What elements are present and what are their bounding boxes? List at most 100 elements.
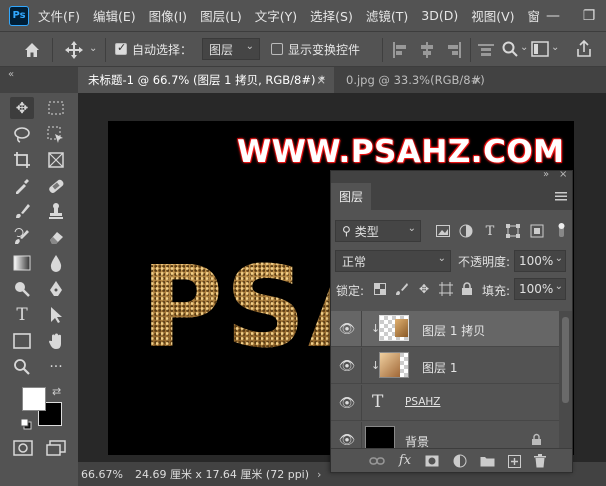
filter-type-icon[interactable]: T <box>482 223 498 239</box>
visibility-eye-icon[interactable]: 👁︎ <box>339 432 356 448</box>
visibility-eye-icon[interactable]: 👁︎ <box>339 395 356 411</box>
lock-image-icon[interactable] <box>394 281 410 297</box>
blend-mode-dropdown[interactable]: 正常 ⌄ <box>335 250 451 272</box>
close-panel-icon[interactable]: × <box>559 169 567 180</box>
move-tool-icon[interactable]: ✥ <box>10 97 34 119</box>
tool-preset-chevron-icon[interactable]: ⌄ <box>89 43 97 54</box>
marquee-tool-icon[interactable] <box>44 97 68 119</box>
filter-shape-icon[interactable] <box>505 223 521 239</box>
new-group-icon[interactable] <box>479 453 495 469</box>
opacity-field[interactable]: 100% ⌄ <box>514 250 566 272</box>
menu-edit[interactable]: 编辑(E) <box>93 6 136 25</box>
eraser-tool-icon[interactable] <box>44 226 68 248</box>
collapse-toolbar-icon[interactable]: « <box>8 69 14 80</box>
menu-file[interactable]: 文件(F) <box>38 6 80 25</box>
menu-type[interactable]: 文字(Y) <box>255 6 297 25</box>
layer-row[interactable]: 👁︎ ↓ 图层 1 拷贝 <box>331 311 559 347</box>
foreground-color-swatch[interactable] <box>22 387 46 411</box>
tab-document-2[interactable]: 0.jpg @ 33.3%(RGB/8#) × <box>336 67 486 93</box>
document-size[interactable]: 24.69 厘米 x 17.64 厘米 (72 ppi) <box>135 466 309 482</box>
align-right-icon[interactable] <box>446 41 462 62</box>
layer-filter-dropdown[interactable]: ⚲ 类型 ⌄ <box>335 220 421 242</box>
rectangle-tool-icon[interactable] <box>10 330 34 352</box>
menu-select[interactable]: 选择(S) <box>310 6 353 25</box>
align-left-icon[interactable] <box>392 41 408 62</box>
layer-name[interactable]: 图层 1 拷贝 <box>422 322 485 339</box>
align-center-icon[interactable] <box>419 41 435 62</box>
filter-smart-object-icon[interactable] <box>529 223 545 239</box>
tab-close-icon[interactable]: × <box>316 73 326 87</box>
frame-tool-icon[interactable] <box>44 149 68 171</box>
menu-layer[interactable]: 图层(L) <box>200 6 242 25</box>
delete-layer-icon[interactable] <box>532 453 548 469</box>
show-transform-checkbox[interactable] <box>271 43 283 55</box>
swap-colors-icon[interactable]: ⇄ <box>52 385 61 398</box>
zoom-level[interactable]: 66.67% <box>81 468 123 481</box>
minimize-button[interactable]: — <box>536 0 570 31</box>
fill-field[interactable]: 100% ⌄ <box>514 278 566 300</box>
share-icon[interactable] <box>575 39 593 62</box>
gradient-tool-icon[interactable] <box>10 252 34 274</box>
layer-name[interactable]: 图层 1 <box>422 359 457 376</box>
history-brush-tool-icon[interactable] <box>10 226 34 248</box>
visibility-eye-icon[interactable]: 👁︎ <box>339 321 356 337</box>
collapse-panel-icon[interactable]: » <box>543 169 549 180</box>
layer-style-icon[interactable]: fx <box>397 452 413 468</box>
filter-adjustment-icon[interactable] <box>458 223 474 239</box>
home-icon[interactable] <box>22 40 42 60</box>
new-layer-icon[interactable] <box>506 453 522 469</box>
tab-document-1[interactable]: 未标题-1 @ 66.7% (图层 1 拷贝, RGB/8#) * × <box>78 67 334 93</box>
healing-brush-tool-icon[interactable] <box>44 175 68 197</box>
default-colors-icon[interactable] <box>20 418 32 433</box>
filter-toggle-icon[interactable] <box>555 222 568 238</box>
layer-name[interactable]: 背景 <box>405 433 429 448</box>
lock-position-icon[interactable]: ✥ <box>416 281 432 297</box>
search-icon[interactable] <box>501 40 519 61</box>
hand-tool-icon[interactable] <box>44 330 68 352</box>
menu-filter[interactable]: 滤镜(T) <box>366 6 408 25</box>
tab-layers[interactable]: 图层 <box>331 183 371 210</box>
restore-button[interactable]: ❐ <box>572 0 606 31</box>
layer-row[interactable]: 👁︎ T PSAHZ <box>331 385 559 421</box>
screen-mode-icon[interactable] <box>46 440 66 459</box>
workspace-chevron-icon[interactable]: ⌄ <box>551 42 559 53</box>
workspace-icon[interactable] <box>531 40 549 61</box>
search-chevron-icon[interactable]: ⌄ <box>520 42 528 53</box>
status-chevron-icon[interactable]: › <box>317 468 321 481</box>
dodge-tool-icon[interactable] <box>10 278 34 300</box>
crop-tool-icon[interactable] <box>10 149 34 171</box>
layer-row[interactable]: 👁︎ 背景 <box>331 422 559 448</box>
filter-pixel-icon[interactable] <box>435 223 451 239</box>
auto-select-checkbox[interactable] <box>115 41 127 55</box>
layer-row[interactable]: 👁︎ ↓ 图层 1 <box>331 348 559 384</box>
clone-stamp-tool-icon[interactable] <box>44 200 68 222</box>
auto-select-target-dropdown[interactable]: 图层 ⌄ <box>202 38 260 60</box>
menu-view[interactable]: 视图(V) <box>471 6 514 25</box>
type-tool-icon[interactable]: T <box>10 304 34 326</box>
lock-artboard-icon[interactable] <box>438 281 454 297</box>
move-tool-icon[interactable] <box>63 40 85 60</box>
lock-transparent-icon[interactable] <box>372 281 388 297</box>
add-mask-icon[interactable] <box>424 453 440 469</box>
blur-tool-icon[interactable] <box>44 252 68 274</box>
brush-tool-icon[interactable] <box>10 200 34 222</box>
lasso-tool-icon[interactable] <box>10 124 34 146</box>
path-selection-tool-icon[interactable] <box>44 304 68 326</box>
align-top-icon[interactable] <box>477 41 495 62</box>
zoom-tool-icon[interactable] <box>10 356 34 378</box>
panel-menu-icon[interactable] <box>555 190 567 205</box>
lock-all-icon[interactable] <box>459 281 475 297</box>
adjustment-layer-icon[interactable] <box>452 453 468 469</box>
menu-image[interactable]: 图像(I) <box>149 6 187 25</box>
more-tools-icon[interactable]: ··· <box>44 356 68 378</box>
tab-close-icon[interactable]: × <box>472 73 482 87</box>
layer-name[interactable]: PSAHZ <box>405 396 440 408</box>
quick-mask-icon[interactable] <box>13 440 33 459</box>
visibility-eye-icon[interactable]: 👁︎ <box>339 358 356 374</box>
pen-tool-icon[interactable] <box>44 278 68 300</box>
object-select-tool-icon[interactable] <box>44 124 68 146</box>
link-layers-icon[interactable] <box>369 453 385 469</box>
scrollbar-thumb[interactable] <box>562 317 569 403</box>
eyedropper-tool-icon[interactable] <box>10 175 34 197</box>
menu-3d[interactable]: 3D(D) <box>421 8 458 23</box>
